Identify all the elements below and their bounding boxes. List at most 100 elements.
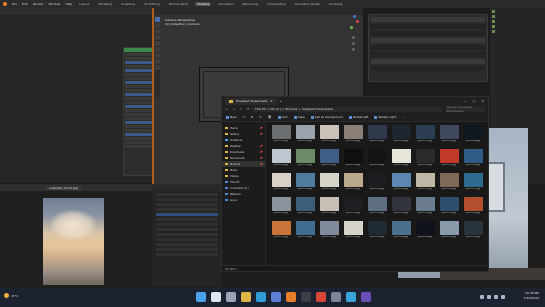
file-item[interactable]: photo-41.jpg: [366, 221, 388, 244]
node-socket-row[interactable]: [125, 97, 152, 100]
file-item[interactable]: photo-12.jpg: [318, 149, 340, 172]
file-item[interactable]: photo-21.jpg: [318, 173, 340, 196]
workspace-tab-scripting[interactable]: Scripting: [327, 2, 344, 6]
forward-button[interactable]: →: [232, 107, 236, 111]
outliner-row[interactable]: [492, 14, 543, 18]
node-title-bar[interactable]: [124, 48, 153, 52]
file-item[interactable]: photo-44.jpg: [438, 221, 460, 244]
file-item[interactable]: photo-35.jpg: [438, 197, 460, 220]
property-row[interactable]: [156, 228, 218, 231]
delete-icon[interactable]: 🗑: [268, 115, 272, 119]
more-options-button[interactable]: ···: [402, 115, 405, 119]
file-item[interactable]: photo-06.jpg: [390, 125, 412, 148]
property-row[interactable]: [156, 223, 218, 226]
sidebar-field[interactable]: [371, 66, 485, 71]
wifi-icon[interactable]: [487, 295, 491, 299]
node-socket-row[interactable]: [125, 117, 152, 120]
file-item[interactable]: photo-09.jpg: [462, 125, 484, 148]
menu-help[interactable]: Help: [65, 2, 72, 6]
file-item[interactable]: photo-15.jpg: [390, 149, 412, 172]
file-item[interactable]: photo-26.jpg: [438, 173, 460, 196]
image-name-field[interactable]: unsplash_cloud.jpg: [46, 186, 81, 190]
menu-file[interactable]: File: [12, 2, 17, 6]
camera-view-icon[interactable]: [352, 48, 355, 51]
transform-tool-icon[interactable]: [155, 47, 160, 52]
node-socket-row[interactable]: [125, 137, 152, 140]
address-path[interactable]: This PC > OS (C:) > Pictures > Unsplash …: [253, 106, 442, 112]
file-item[interactable]: photo-02.jpg: [294, 125, 316, 148]
file-item[interactable]: photo-29.jpg: [294, 197, 316, 220]
file-item[interactable]: photo-30.jpg: [318, 197, 340, 220]
workspace-tab-uv-editing[interactable]: UV Editing: [142, 2, 162, 6]
workspace-tab-animation[interactable]: Animation: [216, 2, 235, 6]
outliner-row[interactable]: [492, 9, 543, 13]
file-item[interactable]: photo-20.jpg: [294, 173, 316, 196]
node-socket-row[interactable]: [125, 129, 152, 132]
sort-button[interactable]: Sort: [277, 115, 288, 119]
zoom-icon[interactable]: [352, 36, 355, 39]
sidebar-field[interactable]: [371, 24, 485, 29]
file-item[interactable]: photo-25.jpg: [414, 173, 436, 196]
node-socket-row[interactable]: [125, 141, 152, 144]
property-row[interactable]: [156, 233, 218, 236]
outliner-row[interactable]: [492, 19, 543, 23]
chrome-icon[interactable]: [316, 292, 326, 302]
settings-icon[interactable]: [331, 292, 341, 302]
node-socket-row[interactable]: [125, 61, 152, 64]
menu-window[interactable]: Window: [49, 2, 61, 6]
sidebar-field[interactable]: [371, 31, 485, 36]
node-socket-row[interactable]: [125, 77, 152, 80]
file-item[interactable]: photo-24.jpg: [390, 173, 412, 196]
blender-logo-icon[interactable]: [3, 2, 7, 6]
file-item[interactable]: photo-17.jpg: [438, 149, 460, 172]
sidebar-field[interactable]: [371, 17, 485, 22]
node-socket-row[interactable]: [125, 69, 152, 72]
select-tool-icon[interactable]: [155, 17, 160, 22]
node-socket-row[interactable]: [125, 65, 152, 68]
sidebar-field[interactable]: [371, 52, 485, 57]
clock[interactable]: 10:36 PM 7/10/2024: [524, 291, 539, 301]
file-item[interactable]: photo-43.jpg: [414, 221, 436, 244]
file-item[interactable]: photo-11.jpg: [294, 149, 316, 172]
navigation-gizmo[interactable]: [344, 14, 362, 54]
file-item[interactable]: photo-31.jpg: [342, 197, 364, 220]
node-socket-row[interactable]: [125, 121, 152, 124]
property-row[interactable]: [156, 248, 218, 251]
file-explorer-icon[interactable]: [241, 292, 251, 302]
view-button[interactable]: View: [293, 115, 305, 119]
maximize-button[interactable]: □: [473, 99, 476, 103]
file-item[interactable]: photo-37.jpg: [270, 221, 292, 244]
back-button[interactable]: ←: [225, 107, 229, 111]
pan-icon[interactable]: [352, 42, 355, 45]
node-socket-row[interactable]: [125, 101, 152, 104]
cursor-tool-icon[interactable]: [155, 23, 160, 28]
file-item[interactable]: photo-38.jpg: [294, 221, 316, 244]
outliner-row[interactable]: [492, 29, 543, 33]
file-item[interactable]: photo-07.jpg: [414, 125, 436, 148]
node-socket-row[interactable]: [125, 93, 152, 96]
rotate-left-button[interactable]: Rotate left: [348, 115, 368, 119]
workspace-tab-modeling[interactable]: Modeling: [96, 2, 114, 6]
file-item[interactable]: photo-45.jpg: [462, 221, 484, 244]
new-tab-button[interactable]: +: [280, 99, 283, 103]
node-socket-row[interactable]: [125, 57, 152, 60]
workspace-tab-rendering[interactable]: Rendering: [241, 2, 260, 6]
minimize-button[interactable]: —: [464, 99, 467, 103]
node-socket-row[interactable]: [125, 113, 152, 116]
property-row[interactable]: [156, 213, 218, 216]
node-socket-row[interactable]: [125, 133, 152, 136]
node-socket-row[interactable]: [125, 105, 152, 108]
file-item[interactable]: photo-33.jpg: [390, 197, 412, 220]
workspace-tab-shading[interactable]: Shading: [195, 2, 212, 6]
file-item[interactable]: photo-14.jpg: [366, 149, 388, 172]
move-tool-icon[interactable]: [155, 29, 160, 34]
property-row[interactable]: [156, 203, 218, 206]
file-item[interactable]: photo-32.jpg: [366, 197, 388, 220]
nav-item-linux[interactable]: Linux: [222, 197, 265, 203]
property-row[interactable]: [156, 193, 218, 196]
outliner-row[interactable]: [492, 24, 543, 28]
node-socket-row[interactable]: [125, 145, 152, 148]
app-icon[interactable]: [361, 292, 371, 302]
up-button[interactable]: ↑: [239, 107, 243, 111]
file-item[interactable]: photo-04.jpg: [342, 125, 364, 148]
